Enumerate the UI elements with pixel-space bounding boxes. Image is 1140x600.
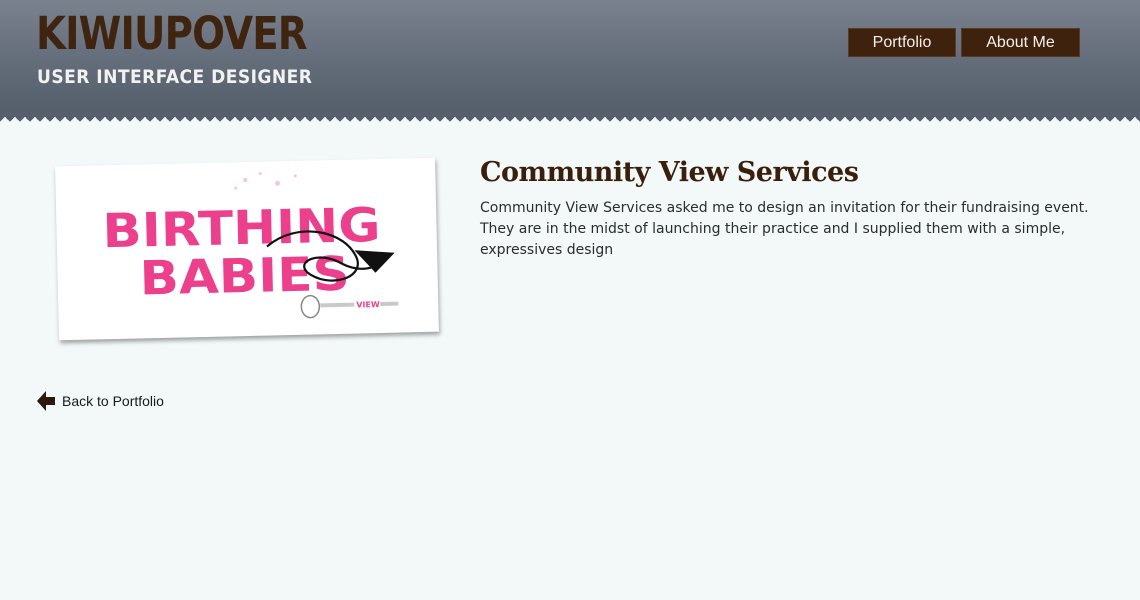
nav-about-me-button[interactable]: About Me <box>961 28 1080 57</box>
main-nav: Portfolio About Me <box>848 28 1080 57</box>
nav-portfolio-button[interactable]: Portfolio <box>848 28 956 57</box>
site-logo-subtitle: USER INTERFACE DESIGNER <box>37 66 313 88</box>
project-description: Community View Services asked me to desi… <box>480 200 1089 258</box>
project-image: BIRTHING BABIES VIEW <box>55 157 439 341</box>
site-header: KIWIUPOVER USER INTERFACE DESIGNER Portf… <box>0 0 1140 116</box>
back-to-portfolio-label: Back to Portfolio <box>62 393 164 409</box>
arrow-left-icon <box>37 391 55 411</box>
back-to-portfolio-link[interactable]: Back to Portfolio <box>36 390 164 412</box>
community-view-logo-brand: VIEW <box>356 300 380 310</box>
header-zigzag-edge <box>0 112 1140 122</box>
birthing-babies-artwork: BIRTHING BABIES VIEW <box>102 172 399 319</box>
project-title: Community View Services <box>480 157 859 188</box>
artwork-headline-line2: BABIES <box>139 247 350 307</box>
site-logo-title[interactable]: KIWIUPOVER <box>36 6 308 62</box>
paint-splatter <box>234 172 297 190</box>
